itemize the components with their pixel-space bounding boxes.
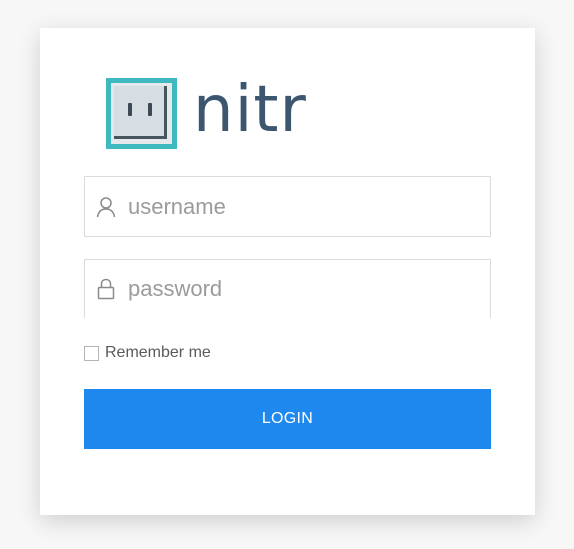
password-field[interactable] (84, 259, 491, 318)
logo-mark-icon (106, 77, 177, 149)
username-field[interactable] (84, 176, 491, 237)
lock-icon (95, 277, 117, 301)
password-input[interactable] (128, 276, 468, 302)
remember-me[interactable]: Remember me (84, 344, 211, 362)
login-card: nitr Remember me LOGIN (40, 28, 535, 515)
remember-checkbox[interactable] (84, 345, 99, 361)
user-icon (95, 195, 117, 219)
username-input[interactable] (128, 193, 468, 220)
login-button[interactable]: LOGIN (84, 389, 491, 449)
logo-text: nitr (193, 73, 307, 147)
remember-label: Remember me (105, 344, 211, 361)
logo: nitr (106, 73, 307, 149)
